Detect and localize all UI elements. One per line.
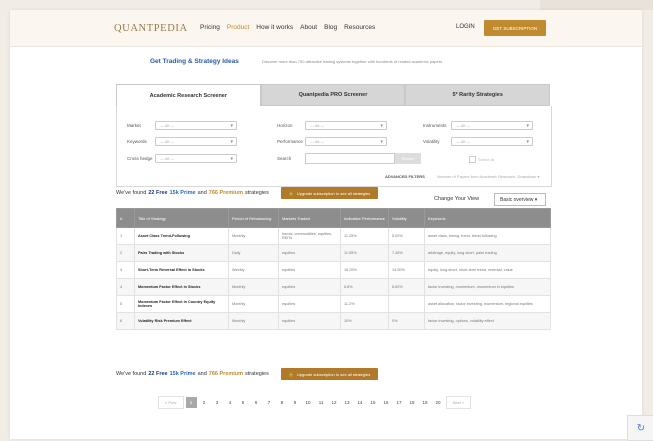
page-link[interactable]: 12 [329,397,340,408]
lock-icon: 🔒 [288,371,294,377]
results-count-top: We've found 22 Free 15k Prime and 766 Pr… [116,187,379,199]
table-row[interactable]: 3 Short-Term Reversal Effect in Stocks Wee… [116,261,551,279]
search-button[interactable]: Search [395,153,421,164]
col-keywords[interactable]: Keywords [424,208,551,228]
table-row[interactable]: 2 Pairs Trading with Stocks Daily equities 1… [116,244,551,262]
screener-tabs: Academic Research Screener Quantpedia PR… [116,84,551,106]
recaptcha-badge[interactable]: ↻ [627,415,653,441]
col-volatility[interactable]: Volatility [388,208,425,228]
strategy-title-link[interactable]: Volatility Risk Premium Effect [134,312,229,330]
page-link[interactable]: 19 [420,397,431,408]
nav-pricing[interactable]: Pricing [200,24,220,31]
col-number[interactable]: # [116,208,135,228]
strategy-title-link[interactable]: Pairs Trading with Stocks [134,244,229,262]
tab-5-star-rarity-strategies[interactable]: 5* Rarity Strategies [405,84,551,106]
recaptcha-icon: ↻ [636,422,646,434]
tab-quantpedia-pro-screener[interactable]: Quantpedia PRO Screener [260,84,406,106]
view-select[interactable]: Basic overview ▾ [494,193,546,206]
instruments-select[interactable]: — All — [451,121,533,130]
market-select[interactable]: — All — [155,121,237,130]
table-row[interactable]: 6 Volatility Risk Premium Effect Monthly eq… [116,312,551,330]
cross-hedge-select[interactable]: — All — [155,154,237,163]
page-link[interactable]: 5 [238,397,249,408]
nav-resources[interactable]: Resources [344,24,375,31]
col-markets[interactable]: Markets Traded [278,208,341,228]
lock-icon: 🔒 [288,190,294,196]
select-all-label: Select all [478,157,495,162]
performance-select[interactable]: — All — [305,137,387,146]
strategy-title-link[interactable]: Momentum Factor Effect in Country Equity… [134,295,229,313]
page-link-current[interactable]: 1 [185,397,197,408]
pagination-next[interactable]: Next » [445,396,472,409]
change-view-label: Change Your View [434,196,480,202]
main-nav: Pricing Product How it works About Blog … [200,24,375,31]
instruments-label: Instruments [423,123,447,128]
market-label: Market [127,123,141,128]
strategy-title-link[interactable]: Asset Class Trend-Following [134,227,229,245]
page-subheadline: Discover more than 700 attractive tradin… [262,59,443,64]
page-link[interactable]: 15 [368,397,379,408]
page-link[interactable]: 11 [316,397,327,408]
results-count-bottom: We've found 22 Free 15k Prime and 766 Pr… [116,368,379,380]
page-link[interactable]: 17 [394,397,405,408]
login-link[interactable]: LOGIN [456,24,475,30]
advanced-filters-hint: Number of Papers from Academic Research,… [437,174,540,179]
page-link[interactable]: 3 [212,397,223,408]
upgrade-button-bottom[interactable]: 🔒 Upgrade subscription to see all strate… [280,368,379,380]
select-all-checkbox[interactable] [469,156,476,163]
pagination-prev[interactable]: « Prev [158,396,184,409]
table-header-row: # Title of Strategy Period of Rebalancin… [116,208,551,228]
horizon-label: Horizon [277,123,293,128]
page-link[interactable]: 18 [407,397,418,408]
top-navigation-bar: QUANTPEDIA Pricing Product How it works … [10,10,642,47]
page-link[interactable]: 4 [225,397,236,408]
col-title[interactable]: Title of Strategy [134,208,229,228]
table-row[interactable]: 1 Asset Class Trend-Following Monthly bonds… [116,227,551,245]
table-row[interactable]: 4 Momentum Factor Effect in Stocks Monthly… [116,278,551,296]
page-link[interactable]: 6 [251,397,262,408]
background-corner [540,0,653,10]
cross-hedge-label: Cross hedge [127,156,153,161]
tab-academic-research-screener[interactable]: Academic Research Screener [116,84,261,106]
page-link[interactable]: 14 [355,397,366,408]
page-link[interactable]: 8 [277,397,288,408]
page: QUANTPEDIA Pricing Product How it works … [10,10,642,439]
keywords-select[interactable]: — All — [155,137,237,146]
page-link[interactable]: 16 [381,397,392,408]
nav-blog[interactable]: Blog [324,24,337,31]
volatility-label: Volatility [423,139,440,144]
strategy-title-link[interactable]: Short-Term Reversal Effect in Stocks [134,261,229,279]
page-link[interactable]: 7 [264,397,275,408]
page-link[interactable]: 10 [303,397,314,408]
page-headline: Get Trading & Strategy Ideas [150,58,239,65]
page-link[interactable]: 9 [290,397,301,408]
get-subscription-button[interactable]: GET SUBSCRIPTION [484,20,546,36]
page-link[interactable]: 13 [342,397,353,408]
advanced-filters-toggle[interactable]: ADVANCED FILTERS [385,174,425,179]
strategy-title-link[interactable]: Momentum Factor Effect in Stocks [134,278,229,296]
nav-about[interactable]: About [300,24,317,31]
strategies-table: # Title of Strategy Period of Rebalancin… [116,208,551,330]
keywords-label: Keywords [127,139,147,144]
search-input[interactable] [305,153,395,164]
upgrade-button-top[interactable]: 🔒 Upgrade subscription to see all strate… [280,187,379,199]
filter-panel: Market — All — Keywords — All — Cross he… [116,106,552,187]
table-row[interactable]: 5 Momentum Factor Effect in Country Equit… [116,295,551,313]
col-performance[interactable]: Indicative Performance [340,208,389,228]
volatility-select[interactable]: — All — [451,137,533,146]
pagination: « Prev 1 2 3 4 5 6 7 8 9 10 11 12 13 14 … [158,396,472,409]
nav-how-it-works[interactable]: How it works [256,24,293,31]
page-link[interactable]: 2 [199,397,210,408]
quantpedia-logo[interactable]: QUANTPEDIA [114,23,188,34]
performance-label: Performance [277,139,303,144]
col-rebalancing[interactable]: Period of Rebalancing [228,208,279,228]
page-link[interactable]: 20 [433,397,444,408]
search-label: Search [277,156,292,161]
horizon-select[interactable]: — All — [305,121,387,130]
nav-product[interactable]: Product [227,24,249,31]
